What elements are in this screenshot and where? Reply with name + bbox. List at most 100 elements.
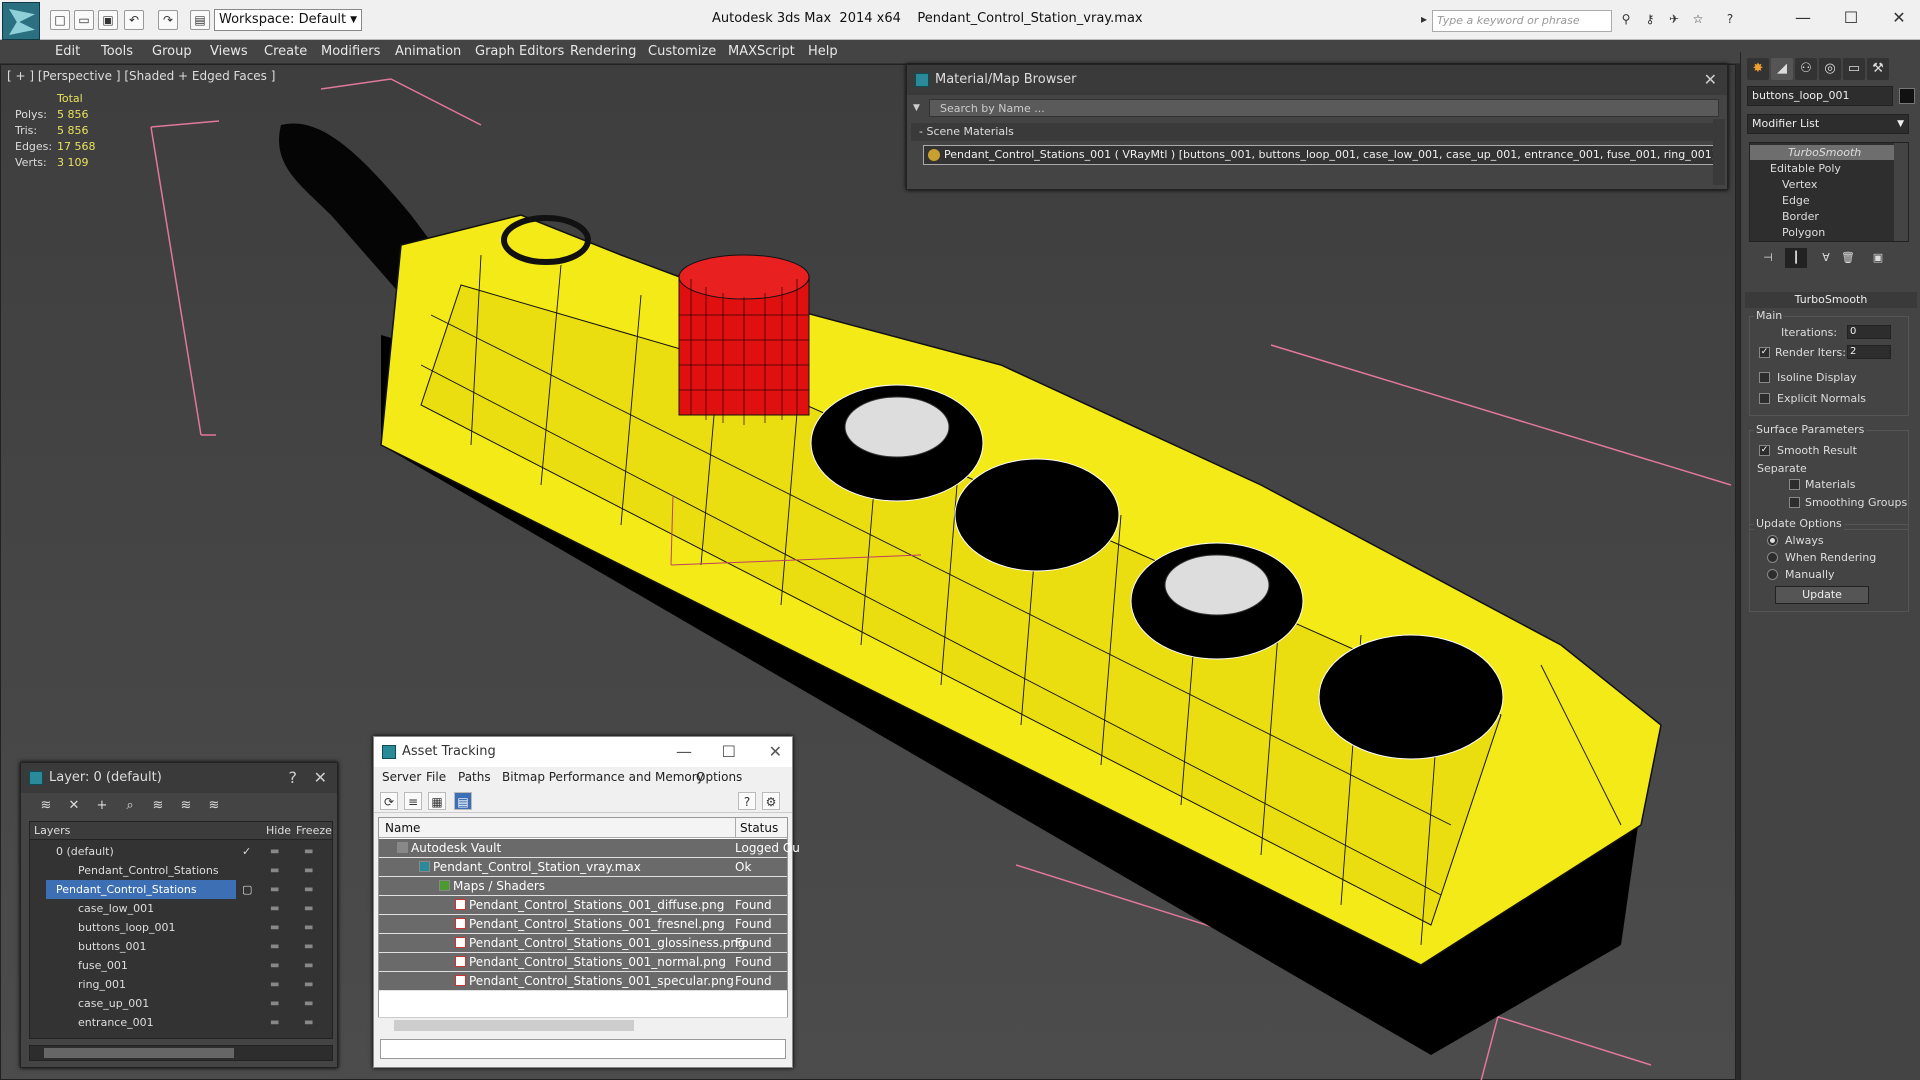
viewport-label[interactable]: [ + ] [Perspective ] [Shaded + Edged Fac…	[7, 69, 275, 83]
asset-tracking-titlebar[interactable]: Asset Tracking — ☐ ✕	[374, 737, 792, 767]
key-icon[interactable]: ⚷	[1640, 10, 1660, 30]
layer-row[interactable]: ring_001 ▬ ▬	[30, 975, 332, 994]
hide-toggle[interactable]: ▬	[270, 994, 279, 1013]
col-status[interactable]: Status	[735, 818, 778, 838]
freeze-toggle[interactable]: ▬	[304, 918, 313, 937]
freeze-toggle[interactable]: ▬	[304, 861, 313, 880]
asset-row[interactable]: Pendant_Control_Stations_001_specular.pn…	[379, 972, 787, 991]
asset-row[interactable]: Pendant_Control_Stations_001_normal.png F…	[379, 953, 787, 972]
hide-toggle[interactable]: ▬	[270, 899, 279, 918]
motion-tab-icon[interactable]: ◎	[1819, 58, 1841, 80]
redo-icon[interactable]: ↷	[158, 10, 178, 30]
maximize-button[interactable]: ☐	[1836, 8, 1866, 30]
material-row[interactable]: Pendant_Control_Stations_001 ( VRayMtl )…	[923, 145, 1715, 165]
menu-maxscript[interactable]: MAXScript	[728, 44, 795, 59]
current-layer-check-icon[interactable]: ✓	[242, 842, 251, 861]
utilities-tab-icon[interactable]: ⚒	[1867, 58, 1889, 80]
scrollbar-thumb[interactable]	[394, 1020, 634, 1031]
app-logo-button[interactable]	[2, 2, 40, 40]
hide-toggle[interactable]: ▬	[270, 956, 279, 975]
favorites-icon[interactable]: ☆	[1688, 10, 1708, 30]
save-icon[interactable]: ▣	[98, 10, 118, 30]
asset-row[interactable]: Maps / Shaders	[379, 877, 787, 896]
layer-row[interactable]: entrance_001 ▬ ▬	[30, 1013, 332, 1032]
communication-icon[interactable]: ✈	[1664, 10, 1684, 30]
menu-modifiers[interactable]: Modifiers	[321, 44, 380, 59]
freeze-toggle[interactable]: ▬	[304, 937, 313, 956]
layer-row[interactable]: fuse_001 ▬ ▬	[30, 956, 332, 975]
pin-stack-icon[interactable]: ⊣	[1757, 248, 1779, 268]
help-icon[interactable]: ?	[289, 763, 298, 793]
close-icon[interactable]: ✕	[769, 737, 782, 767]
create-tab-icon[interactable]: ✸	[1747, 58, 1769, 80]
project-icon[interactable]: ▤	[190, 10, 210, 30]
add-to-layer-icon[interactable]: +	[93, 797, 111, 815]
layer-row[interactable]: buttons_001 ▬ ▬	[30, 937, 332, 956]
binoculars-icon[interactable]: ⚲	[1616, 10, 1636, 30]
minimize-button[interactable]: —	[1788, 8, 1818, 30]
close-icon[interactable]: ✕	[1704, 65, 1717, 95]
isoline-checkbox[interactable]	[1759, 372, 1770, 383]
make-unique-icon[interactable]: ∀	[1815, 248, 1837, 268]
always-radio[interactable]	[1767, 535, 1778, 546]
display-tab-icon[interactable]: ▭	[1843, 58, 1865, 80]
hide-toggle[interactable]: ▬	[270, 861, 279, 880]
menu-tools[interactable]: Tools	[101, 44, 133, 59]
refresh-icon[interactable]: ⟳	[380, 792, 398, 810]
layer-row-selected[interactable]: Pendant_Control_Stations ▢ ▬ ▬	[30, 880, 332, 899]
create-layer-icon[interactable]: ≋	[37, 797, 55, 815]
freeze-all-layers-icon[interactable]: ≋	[205, 797, 223, 815]
freeze-toggle[interactable]: ▬	[304, 880, 313, 899]
material-browser-scrollbar[interactable]	[1713, 119, 1725, 185]
asset-menu-bitmap-performance[interactable]: Bitmap Performance and Memory	[502, 770, 704, 784]
stack-item-edge[interactable]: Edge	[1750, 193, 1894, 208]
help-icon[interactable]: ?	[738, 792, 756, 810]
stack-item-vertex[interactable]: Vertex	[1750, 177, 1894, 192]
object-color-swatch[interactable]	[1899, 88, 1915, 104]
show-end-result-icon[interactable]: ┃	[1785, 248, 1807, 268]
hide-toggle[interactable]: ▬	[270, 918, 279, 937]
layer-row[interactable]: Pendant_Control_Stations ▬ ▬	[30, 861, 332, 880]
freeze-toggle[interactable]: ▬	[304, 975, 313, 994]
menu-views[interactable]: Views	[210, 44, 248, 59]
menu-create[interactable]: Create	[264, 44, 307, 59]
freeze-toggle[interactable]: ▬	[304, 899, 313, 918]
layer-horizontal-scrollbar[interactable]	[29, 1045, 333, 1061]
workspace-dropdown[interactable]: Workspace: Default ▼	[214, 9, 362, 31]
scene-materials-header[interactable]: - Scene Materials	[911, 123, 1717, 141]
hide-toggle[interactable]: ▬	[270, 880, 279, 899]
new-icon[interactable]: □	[50, 10, 70, 30]
smooth-result-checkbox[interactable]: ✓	[1759, 445, 1770, 456]
menu-animation[interactable]: Animation	[395, 44, 461, 59]
col-layers[interactable]: Layers	[34, 822, 70, 840]
layer-row[interactable]: buttons_loop_001 ▬ ▬	[30, 918, 332, 937]
layer-row[interactable]: 0 (default) ✓ ▬ ▬	[30, 842, 332, 861]
highlight-layer-icon[interactable]: ≋	[149, 797, 167, 815]
minimize-icon[interactable]: —	[676, 737, 692, 767]
search-expand-icon[interactable]: ▸	[1418, 10, 1430, 30]
configure-sets-icon[interactable]: ▣	[1867, 248, 1889, 268]
open-icon[interactable]: ▭	[74, 10, 94, 30]
manually-radio[interactable]	[1767, 569, 1778, 580]
search-input[interactable]: Type a keyword or phrase	[1432, 10, 1612, 32]
asset-row[interactable]: Pendant_Control_Stations_001_diffuse.png…	[379, 896, 787, 915]
hide-toggle[interactable]: ▬	[270, 975, 279, 994]
menu-customize[interactable]: Customize	[648, 44, 716, 59]
col-freeze[interactable]: Freeze	[296, 822, 332, 840]
undo-icon[interactable]: ↶	[124, 10, 144, 30]
settings-icon[interactable]: ⚙	[762, 792, 780, 810]
stack-item-border[interactable]: Border	[1750, 209, 1894, 224]
menu-rendering[interactable]: Rendering	[570, 44, 636, 59]
asset-path-field[interactable]	[380, 1039, 786, 1059]
search-options-icon[interactable]: ▼	[913, 103, 920, 113]
asset-menu-options[interactable]: Options	[696, 770, 742, 784]
col-name[interactable]: Name	[385, 818, 420, 838]
asset-row[interactable]: Pendant_Control_Stations_001_glossiness.…	[379, 934, 787, 953]
turbosmooth-rollout-header[interactable]: TurboSmooth	[1745, 292, 1917, 308]
layer-row[interactable]: case_up_001 ▬ ▬	[30, 994, 332, 1013]
layer-checkbox[interactable]: ▢	[242, 880, 252, 899]
table-view-icon[interactable]: ▤	[454, 792, 472, 810]
close-button[interactable]: ✕	[1884, 8, 1914, 30]
menu-help[interactable]: Help	[808, 44, 838, 59]
iterations-spinner[interactable]: 0	[1847, 325, 1891, 339]
